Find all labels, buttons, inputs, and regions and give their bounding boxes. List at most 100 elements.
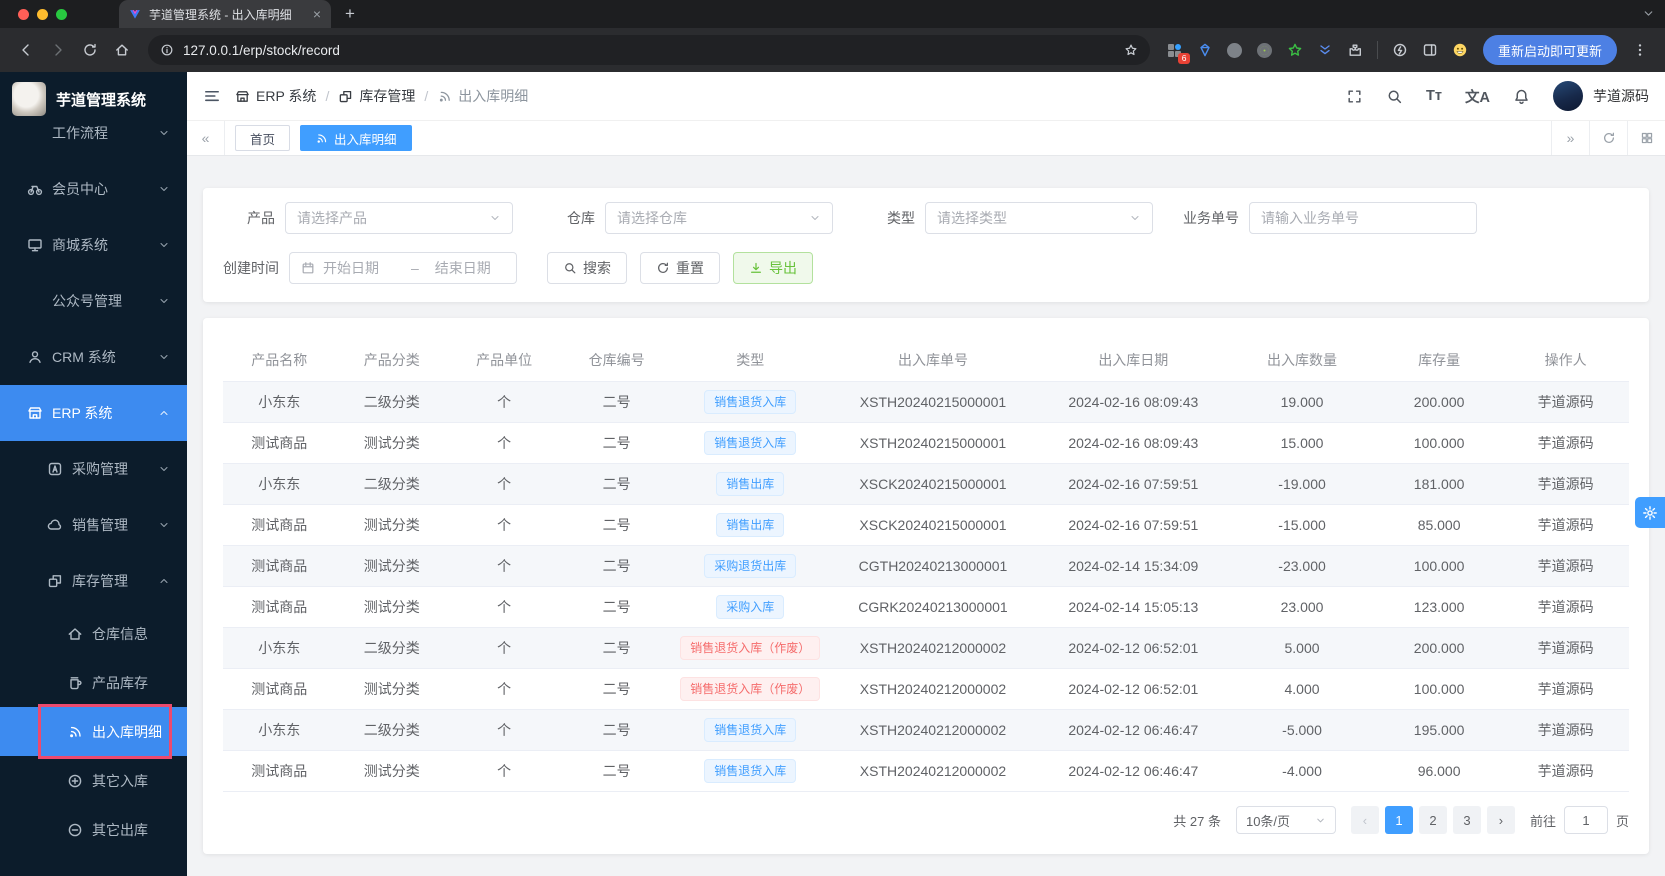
extension-gray-icon[interactable] [1222, 37, 1248, 63]
layout-grid-icon[interactable] [1627, 121, 1665, 155]
table-row[interactable]: 测试商品 测试分类 个 二号 销售退货入库 XSTH20240212000002 2024-… [223, 751, 1629, 792]
new-tab-button[interactable]: + [345, 4, 355, 24]
page-button-1[interactable]: 1 [1384, 806, 1413, 834]
tab-search-icon[interactable] [1642, 7, 1655, 20]
site-info-icon[interactable] [160, 43, 174, 57]
page-tab-label: 出入库明细 [334, 132, 397, 147]
table-row[interactable]: 小东东 二级分类 个 二号 销售退货入库（作废） XSTH20240212000002 20… [223, 628, 1629, 669]
sidebar-item-CRM 系统[interactable]: CRM 系统 [0, 329, 187, 385]
font-size-icon[interactable]: Tт [1426, 88, 1442, 104]
tabs-scroll-left-icon[interactable]: « [187, 121, 225, 155]
extensions-puzzle-icon[interactable] [1342, 37, 1368, 63]
extension-balloon-icon[interactable] [1192, 37, 1218, 63]
cell-product-unit: 个 [497, 681, 512, 697]
sidebar-item-label: CRM 系统 [52, 349, 116, 365]
sidebar-item-库存管理[interactable]: 库存管理 [0, 553, 187, 609]
app-logo[interactable]: 芋道管理系统 [0, 72, 187, 126]
export-button[interactable]: 导出 [733, 252, 813, 284]
page-size-select[interactable]: 10条/页 [1235, 806, 1336, 834]
extension-tag-manager-icon[interactable]: 6 [1162, 37, 1190, 64]
fullscreen-icon[interactable] [1346, 88, 1363, 105]
table-body: 小东东 二级分类个二号 销售退货入库 XSTH20240215000001 2024-0… [223, 382, 1629, 792]
refresh-page-icon[interactable] [1589, 121, 1627, 155]
settings-gear-button[interactable] [1635, 497, 1665, 528]
warehouse-select[interactable]: 请选择仓库 [605, 202, 833, 234]
close-window-button[interactable] [18, 8, 29, 20]
home-button[interactable] [108, 36, 136, 64]
page-button-3[interactable]: 3 [1452, 806, 1481, 834]
side-panel-icon[interactable] [1417, 37, 1443, 63]
next-page-button[interactable]: › [1486, 806, 1515, 834]
extension-chevrons-icon[interactable] [1312, 37, 1338, 63]
search-icon[interactable] [1386, 88, 1403, 105]
table-row[interactable]: 测试商品 测试分类 个 二号 销售退货入库（作废） XSTH20240212000002 2… [223, 669, 1629, 710]
sidebar-item-出入库明细[interactable]: 出入库明细 [0, 704, 187, 759]
url-text[interactable]: 127.0.0.1/erp/stock/record [183, 43, 1115, 58]
collapse-menu-icon[interactable] [203, 87, 221, 105]
breadcrumb-item[interactable]: ERP 系统 [235, 86, 316, 106]
cell-operator: 芋道源码 [1537, 763, 1594, 779]
battery-saver-icon[interactable] [1387, 37, 1413, 63]
type-select[interactable]: 请选择类型 [925, 202, 1153, 234]
breadcrumb-item[interactable]: 库存管理 [338, 86, 415, 106]
date-range-picker[interactable]: 开始日期 – 结束日期 [289, 252, 517, 284]
product-select[interactable]: 请选择产品 [285, 202, 513, 234]
chevron-up-icon [158, 575, 170, 587]
sidebar-item-其它入库[interactable]: 其它入库 [0, 756, 187, 805]
user-avatar[interactable] [1553, 81, 1583, 111]
signal-icon [315, 132, 328, 145]
page-tab-首页[interactable]: 首页 [235, 125, 291, 151]
browser-tab-title: 芋道管理系统 - 出入库明细 [149, 7, 292, 22]
forward-button[interactable] [44, 36, 72, 64]
cell-quantity: 4.000 [1284, 681, 1320, 697]
relaunch-to-update-button[interactable]: 重新启动即可更新 [1482, 35, 1617, 65]
type-filter-label: 类型 [887, 210, 915, 226]
bizno-input[interactable] [1261, 210, 1465, 226]
cell-order-no: CGRK20240213000001 [858, 599, 1008, 615]
minimize-window-button[interactable] [37, 8, 48, 20]
address-bar[interactable]: 127.0.0.1/erp/stock/record [148, 35, 1150, 65]
table-row[interactable]: 小东东 二级分类 个 二号 销售退货入库 XSTH20240212000002 2024-0… [223, 710, 1629, 751]
sidebar-item-仓库信息[interactable]: 仓库信息 [0, 609, 187, 658]
search-button[interactable]: 搜索 [547, 252, 627, 284]
sidebar-item-商城系统[interactable]: 商城系统 [0, 217, 187, 273]
sidebar-item-其它出库[interactable]: 其它出库 [0, 805, 187, 854]
sidebar-item-label: 公众号管理 [52, 293, 122, 309]
zoom-window-button[interactable] [56, 8, 67, 20]
product-select-placeholder: 请选择产品 [297, 210, 367, 226]
sidebar-item-销售管理[interactable]: 销售管理 [0, 497, 187, 553]
tab-close-icon[interactable]: × [313, 6, 321, 22]
table-row[interactable]: 测试商品 测试分类 个 二号 销售退货入库 XSTH20240215000001 2024-… [223, 423, 1629, 464]
username[interactable]: 芋道源码 [1593, 86, 1649, 106]
sidebar-item-公众号管理[interactable]: 公众号管理 [0, 273, 187, 329]
tabs-scroll-right-icon[interactable]: » [1551, 121, 1589, 155]
notification-bell-icon[interactable] [1513, 88, 1530, 105]
screen: 芋道管理系统 - 出入库明细 × + 127.0.0.1/erp/stock/r… [0, 0, 1665, 876]
browser-menu-icon[interactable] [1627, 37, 1653, 63]
language-icon[interactable]: 文A [1465, 86, 1490, 107]
table-row[interactable]: 测试商品 测试分类 个 二号 销售出库 XSCK20240215000001 2024-02… [223, 505, 1629, 546]
extension-star-icon[interactable] [1282, 37, 1308, 63]
back-button[interactable] [12, 36, 40, 64]
extension-green-dot-icon[interactable] [1252, 37, 1278, 63]
table-row[interactable]: 小东东 二级分类 个 二号 销售退货入库 XSTH20240215000001 2024-0… [223, 382, 1629, 423]
prev-page-button[interactable]: ‹ [1350, 806, 1379, 834]
sidebar-item-会员中心[interactable]: 会员中心 [0, 161, 187, 217]
profile-avatar-icon[interactable] [1447, 37, 1473, 63]
goto-page-input[interactable] [1563, 806, 1608, 834]
cell-product-category: 测试分类 [363, 681, 420, 697]
reset-button[interactable]: 重置 [640, 252, 720, 284]
page-button-2[interactable]: 2 [1418, 806, 1447, 834]
sidebar-item-产品库存[interactable]: 产品库存 [0, 658, 187, 707]
reload-button[interactable] [76, 36, 104, 64]
table-row[interactable]: 小东东 二级分类 个 二号 销售出库 XSCK20240215000001 2024-02-… [223, 464, 1629, 505]
table-row[interactable]: 测试商品 测试分类 个 二号 采购入库 CGRK20240213000001 2024-02… [223, 587, 1629, 628]
bookmark-star-icon[interactable] [1124, 43, 1138, 57]
user-icon [27, 349, 43, 365]
sidebar-item-采购管理[interactable]: 采购管理 [0, 441, 187, 497]
sidebar-item-ERP 系统[interactable]: ERP 系统 [0, 385, 187, 441]
table-row[interactable]: 测试商品 测试分类 个 二号 采购退货出库 CGTH20240213000001 2024-… [223, 546, 1629, 587]
browser-tab[interactable]: 芋道管理系统 - 出入库明细 × [119, 0, 331, 28]
page-tab-出入库明细[interactable]: 出入库明细 [300, 125, 412, 151]
breadcrumb-item[interactable]: 出入库明细 [437, 86, 528, 106]
